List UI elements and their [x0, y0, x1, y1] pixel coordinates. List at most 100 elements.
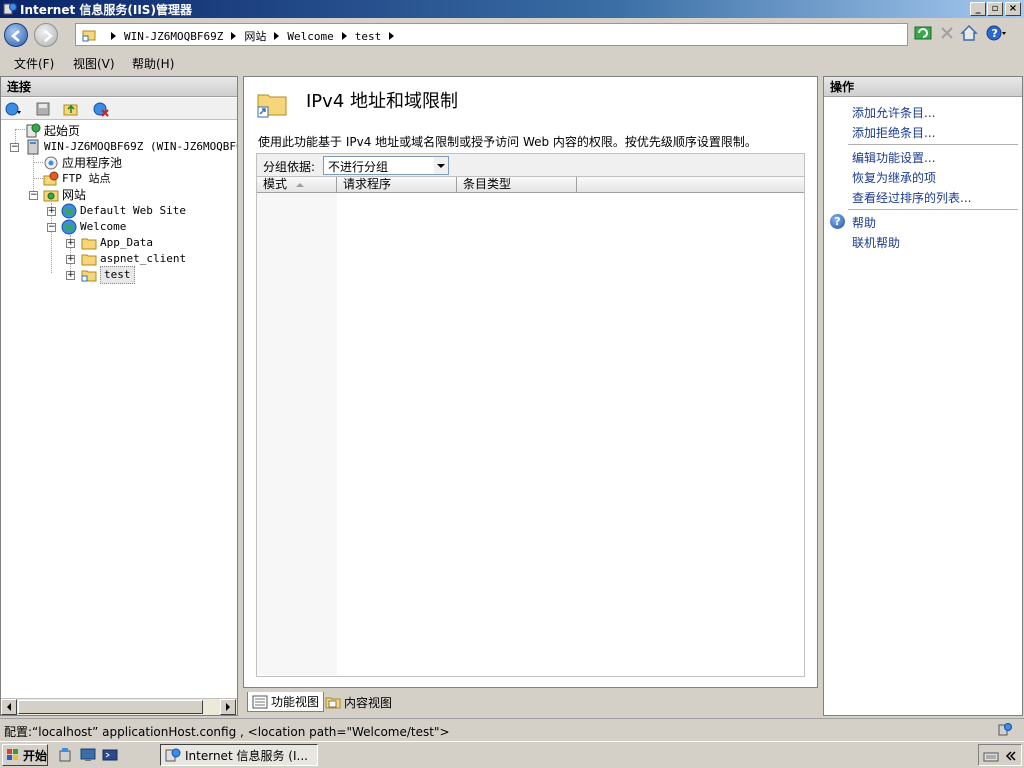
tree-item-default-site[interactable]: Default Web Site	[61, 203, 186, 219]
refresh-icon[interactable]	[913, 23, 933, 43]
globe-icon	[61, 219, 77, 235]
action-view-ordered-list[interactable]: 查看经过排序的列表...	[852, 189, 971, 206]
tree-connector	[33, 178, 43, 179]
minimize-button[interactable]: _	[970, 2, 986, 16]
group-by-select[interactable]: 不进行分组	[323, 156, 449, 175]
close-button[interactable]: ×	[1005, 2, 1021, 16]
show-desktop-icon[interactable]	[80, 747, 96, 763]
disconnect-icon[interactable]	[93, 101, 109, 117]
server-manager-icon[interactable]	[58, 747, 74, 763]
action-add-allow[interactable]: 添加允许条目...	[852, 104, 935, 121]
tree-item-sites[interactable]: 网站	[43, 187, 86, 203]
chevron-right-icon[interactable]	[274, 32, 280, 40]
list-header: 模式 请求程序 条目类型	[257, 177, 804, 193]
menu-file[interactable]: 文件(F)	[14, 55, 54, 72]
restrictions-list[interactable]: 模式 请求程序 条目类型	[256, 177, 805, 677]
start-button[interactable]: 开始	[2, 744, 48, 766]
ftp-icon	[43, 171, 59, 186]
chevron-right-icon[interactable]	[389, 32, 395, 40]
chevron-right-icon[interactable]	[231, 32, 237, 40]
expand-app-data-toggle[interactable]: +	[66, 239, 75, 248]
menu-help[interactable]: 帮助(H)	[132, 55, 174, 72]
keyboard-icon[interactable]	[983, 748, 999, 764]
expand-default-site-toggle[interactable]: +	[47, 207, 56, 216]
tree-item-app-data[interactable]: App_Data	[81, 235, 153, 251]
expand-aspnet-client-toggle[interactable]: +	[66, 255, 75, 264]
connect-globe-icon[interactable]	[5, 101, 21, 117]
crumb-sites[interactable]: 网站	[244, 28, 266, 44]
collapse-welcome-toggle[interactable]: −	[47, 223, 56, 232]
system-tray	[978, 744, 1022, 766]
windows-logo-icon	[7, 749, 18, 760]
help-dropdown-icon[interactable]: ?	[986, 23, 1006, 43]
tree-label-sites: 网站	[62, 188, 87, 202]
connections-toolbar	[1, 98, 237, 120]
tab-features-view[interactable]: 功能视图	[247, 692, 325, 712]
horizontal-scrollbar[interactable]	[1, 698, 237, 715]
features-view-icon	[252, 695, 268, 708]
action-help[interactable]: 帮助	[852, 214, 876, 231]
start-page-icon	[26, 123, 41, 138]
title-bar: Internet 信息服务(IIS)管理器 _ ▫ ×	[0, 0, 1024, 18]
action-add-deny[interactable]: 添加拒绝条目...	[852, 124, 935, 141]
stop-icon[interactable]	[937, 23, 957, 43]
collapse-sites-toggle[interactable]: −	[29, 191, 38, 200]
taskbar-item-label: Internet 信息服务 (I...	[185, 748, 308, 763]
action-edit-settings[interactable]: 编辑功能设置...	[852, 149, 935, 166]
action-online-help[interactable]: 联机帮助	[852, 234, 900, 251]
content-view-icon	[325, 697, 341, 709]
tree-item-ftp-sites[interactable]: FTP 站点	[43, 171, 111, 187]
sites-folder-icon	[43, 190, 59, 202]
tree-connector	[15, 129, 25, 130]
svg-text:?: ?	[992, 27, 998, 40]
tree-item-test[interactable]: test	[81, 266, 135, 284]
scroll-right-button[interactable]	[220, 699, 236, 715]
scroll-left-button[interactable]	[1, 699, 17, 715]
folder-icon	[81, 254, 97, 266]
save-icon[interactable]	[35, 101, 51, 117]
menu-view[interactable]: 视图(V)	[73, 55, 115, 72]
tab-content-view[interactable]: 内容视图	[321, 692, 396, 712]
chevron-right-icon[interactable]	[341, 32, 347, 40]
status-text: 配置:“localhost” applicationHost.config , …	[4, 725, 450, 739]
action-revert-inherited[interactable]: 恢复为继承的项	[852, 169, 936, 186]
column-label-requestor: 请求程序	[343, 177, 392, 191]
maximize-button[interactable]: ▫	[987, 2, 1003, 16]
tree-label-ftp-sites: FTP 站点	[62, 172, 111, 185]
chevron-right-icon[interactable]	[111, 32, 116, 40]
taskbar-item-iis[interactable]: Internet 信息服务 (I...	[160, 744, 318, 766]
tree-item-aspnet-client[interactable]: aspnet_client	[81, 251, 186, 267]
arrow-right-icon	[226, 703, 230, 711]
crumb-test[interactable]: test	[355, 30, 382, 43]
window-title: Internet 信息服务(IIS)管理器	[20, 3, 192, 17]
expand-test-toggle[interactable]: +	[66, 271, 75, 280]
app-pool-icon	[44, 156, 58, 170]
column-header-mode[interactable]: 模式	[257, 177, 337, 193]
crumb-welcome[interactable]: Welcome	[287, 30, 333, 43]
column-label-entry-type: 条目类型	[463, 177, 512, 191]
collapse-server-toggle[interactable]: −	[10, 143, 19, 152]
address-field[interactable]: WIN-JZ6MOQBF69Z 网站 Welcome test	[75, 23, 908, 46]
tree-item-app-pools[interactable]: 应用程序池	[43, 155, 122, 171]
taskbar: 开始 Internet 信息服务 (I...	[0, 741, 1024, 768]
powershell-icon[interactable]	[102, 747, 118, 763]
forward-button[interactable]	[34, 23, 58, 47]
breadcrumb: WIN-JZ6MOQBF69Z 网站 Welcome test	[103, 28, 402, 44]
folder-icon	[81, 238, 97, 250]
folder-up-icon[interactable]	[63, 101, 79, 117]
tree-label-app-data: App_Data	[100, 236, 153, 249]
tree-item-start-page[interactable]: 起始页	[25, 123, 80, 139]
column-header-entry-type[interactable]: 条目类型	[457, 177, 577, 193]
tab-content-label: 内容视图	[344, 695, 393, 710]
back-button[interactable]	[4, 23, 28, 47]
home-icon[interactable]	[959, 23, 979, 43]
column-header-requestor[interactable]: 请求程序	[337, 177, 457, 193]
crumb-server[interactable]: WIN-JZ6MOQBF69Z	[124, 30, 223, 43]
chevron-down-icon[interactable]	[434, 157, 448, 174]
tree-item-server[interactable]: WIN-JZ6MOQBF69Z (WIN-JZ6MOQBF69Z	[25, 139, 237, 155]
scrollbar-thumb[interactable]	[18, 700, 203, 714]
feature-description: 使用此功能基于 IPv4 地址或域名限制或授予访问 Web 内容的权限。按优先级…	[258, 135, 757, 149]
chevron-left-icon[interactable]	[1004, 748, 1018, 764]
sort-ascending-icon	[296, 183, 304, 187]
tree-item-welcome[interactable]: Welcome	[61, 219, 126, 235]
